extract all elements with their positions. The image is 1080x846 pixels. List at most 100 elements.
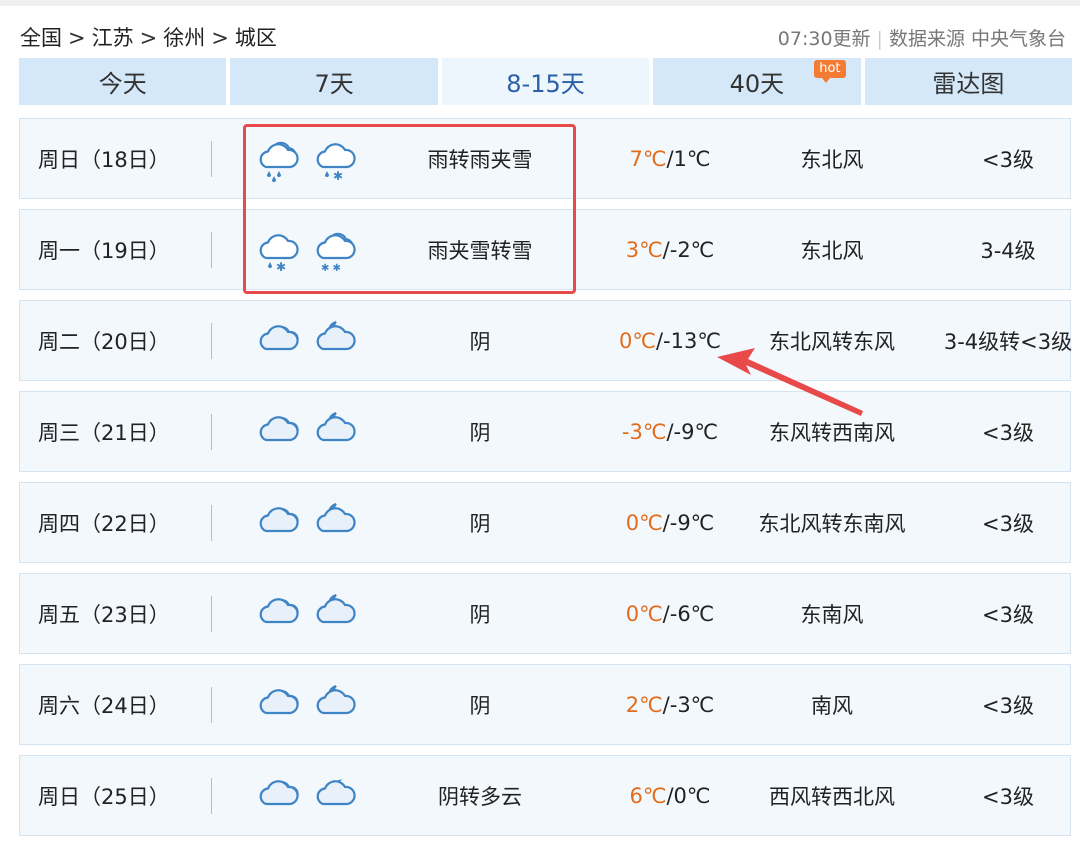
weather-description: 阴转多云 (438, 784, 522, 809)
breadcrumb-item[interactable]: 江苏 (92, 26, 134, 50)
breadcrumb-item-current: 城区 (234, 26, 277, 50)
wind-level: <3级 (982, 147, 1034, 172)
tab-label: 40天 (729, 70, 785, 98)
breadcrumb-separator: > (68, 26, 86, 50)
temp-high: 0℃ (625, 601, 663, 626)
weather-description: 阴 (469, 602, 491, 627)
forecast-row[interactable]: 周二（20日） 阴 0℃/-13℃ 东北风转东风 3-4级转<3级 (19, 300, 1072, 381)
sleet-cloud-icon: ✱ (309, 119, 357, 198)
overcast-icon (252, 756, 300, 835)
forecast-date: 周日（25日） (38, 784, 170, 809)
forecast-row[interactable]: 周四（22日） 阴 0℃/-9℃ 东北风转东南风 <3级 (19, 482, 1071, 563)
tab-label: 7天 (314, 70, 354, 98)
forecast-row[interactable]: 周六（24日） 阴 2℃/-3℃ 南风 <3级 (19, 664, 1071, 745)
overcast-night-icon (309, 665, 357, 744)
overcast-night-icon (309, 574, 357, 653)
update-time: 07:30更新 (777, 28, 871, 50)
temp-high: 0℃ (619, 328, 656, 353)
tab-today[interactable]: 今天 (19, 58, 227, 105)
hot-badge: hot (814, 60, 846, 83)
partly-cloudy-night-icon (309, 756, 357, 835)
temp-low: /-9℃ (666, 419, 719, 444)
breadcrumb-item[interactable]: 徐州 (163, 26, 205, 50)
temp-high: 7℃ (629, 146, 667, 171)
wind-level: <3级 (982, 511, 1034, 536)
weather-description: 阴 (469, 693, 491, 718)
breadcrumb-separator: > (211, 26, 229, 50)
wind-direction: 西风转西北风 (769, 784, 895, 809)
forecast-date: 周三（21日） (38, 420, 170, 445)
overcast-icon (252, 483, 300, 562)
temp-low: /1℃ (666, 146, 711, 171)
weather-description: 阴 (469, 420, 491, 445)
temp-low: /-9℃ (662, 510, 715, 535)
wind-direction: 东南风 (800, 602, 864, 627)
wind-direction: 东北风转东风 (769, 329, 895, 354)
column-divider (211, 414, 212, 450)
svg-text:✱: ✱ (276, 260, 286, 274)
temp-high: 3℃ (625, 237, 663, 262)
tab-label: 雷达图 (932, 70, 1005, 98)
column-divider (211, 687, 212, 723)
forecast-row[interactable]: 周三（21日） 阴 -3℃/-9℃ 东风转西南风 <3级 (19, 391, 1071, 472)
wind-level: 3-4级 (980, 238, 1036, 263)
wind-level: <3级 (982, 420, 1034, 445)
data-source: 数据来源 中央气象台 (888, 28, 1066, 50)
wind-direction: 东北风 (800, 147, 864, 172)
wind-level: <3级 (982, 693, 1034, 718)
tab-label: 今天 (98, 70, 147, 98)
overcast-night-icon (309, 392, 357, 471)
breadcrumb: 全国 > 江苏 > 徐州 > 城区 (20, 22, 277, 52)
wind-direction: 东北风转东南风 (758, 511, 906, 536)
temp-low: /0℃ (666, 783, 711, 808)
tab-40-days[interactable]: 40天 hot (653, 58, 861, 105)
temp-low: /-13℃ (655, 328, 721, 353)
overcast-night-icon (309, 301, 357, 380)
overcast-icon (252, 301, 300, 380)
overcast-night-icon (309, 483, 357, 562)
wind-level: <3级 (982, 602, 1034, 627)
sleet-cloud-icon: ✱ (252, 210, 300, 289)
wind-level: 3-4级转<3级 (943, 329, 1073, 354)
temp-high: 2℃ (625, 692, 663, 717)
forecast-date: 周四（22日） (38, 511, 170, 536)
temp-high: 0℃ (625, 510, 663, 535)
weather-description: 雨夹雪转雪 (427, 238, 533, 263)
tab-label: 8-15天 (506, 70, 585, 98)
temp-high: -3℃ (621, 419, 667, 444)
top-strip (0, 0, 1080, 6)
forecast-row[interactable]: 周日（18日） ✱ 雨转雨夹雪 7℃/1℃ 东北风 <3级 (19, 118, 1071, 199)
column-divider (211, 505, 212, 541)
update-meta: 07:30更新 | 数据来源 中央气象台 (778, 24, 1066, 51)
forecast-row[interactable]: 周五（23日） 阴 0℃/-6℃ 东南风 <3级 (19, 573, 1071, 654)
tab-8-15-days[interactable]: 8-15天 (441, 58, 650, 105)
forecast-row[interactable]: 周一（19日） ✱ ✱ ✱ 雨夹雪转雪 3℃/-2℃ 东北风 3-4级 (19, 209, 1071, 290)
temp-low: /-2℃ (662, 237, 715, 262)
wind-direction: 东风转西南风 (769, 420, 895, 445)
column-divider (211, 232, 212, 268)
snow-cloud-icon: ✱ ✱ (309, 210, 357, 289)
breadcrumb-item[interactable]: 全国 (20, 26, 62, 50)
forecast-date: 周五（23日） (38, 602, 170, 627)
column-divider (211, 141, 212, 177)
wind-direction: 东北风 (800, 238, 864, 263)
weather-description: 阴 (469, 511, 491, 536)
overcast-icon (252, 392, 300, 471)
wind-direction: 南风 (811, 693, 853, 718)
overcast-icon (252, 574, 300, 653)
temp-high: 6℃ (629, 783, 667, 808)
column-divider (211, 323, 212, 359)
weather-description: 雨转雨夹雪 (427, 147, 533, 172)
forecast-date: 周六（24日） (38, 693, 170, 718)
wind-level: <3级 (982, 784, 1034, 809)
forecast-row[interactable]: 周日（25日） 阴转多云 6℃/0℃ 西风转西北风 <3级 (19, 755, 1071, 836)
tab-radar[interactable]: 雷达图 (864, 58, 1073, 105)
svg-text:✱: ✱ (333, 169, 343, 183)
forecast-date: 周日（18日） (38, 147, 170, 172)
tab-7-days[interactable]: 7天 (230, 58, 438, 105)
breadcrumb-separator: > (139, 26, 158, 50)
meta-divider: | (876, 28, 883, 50)
column-divider (211, 778, 212, 814)
temp-low: /-6℃ (662, 601, 715, 626)
forecast-date: 周二（20日） (38, 329, 170, 354)
